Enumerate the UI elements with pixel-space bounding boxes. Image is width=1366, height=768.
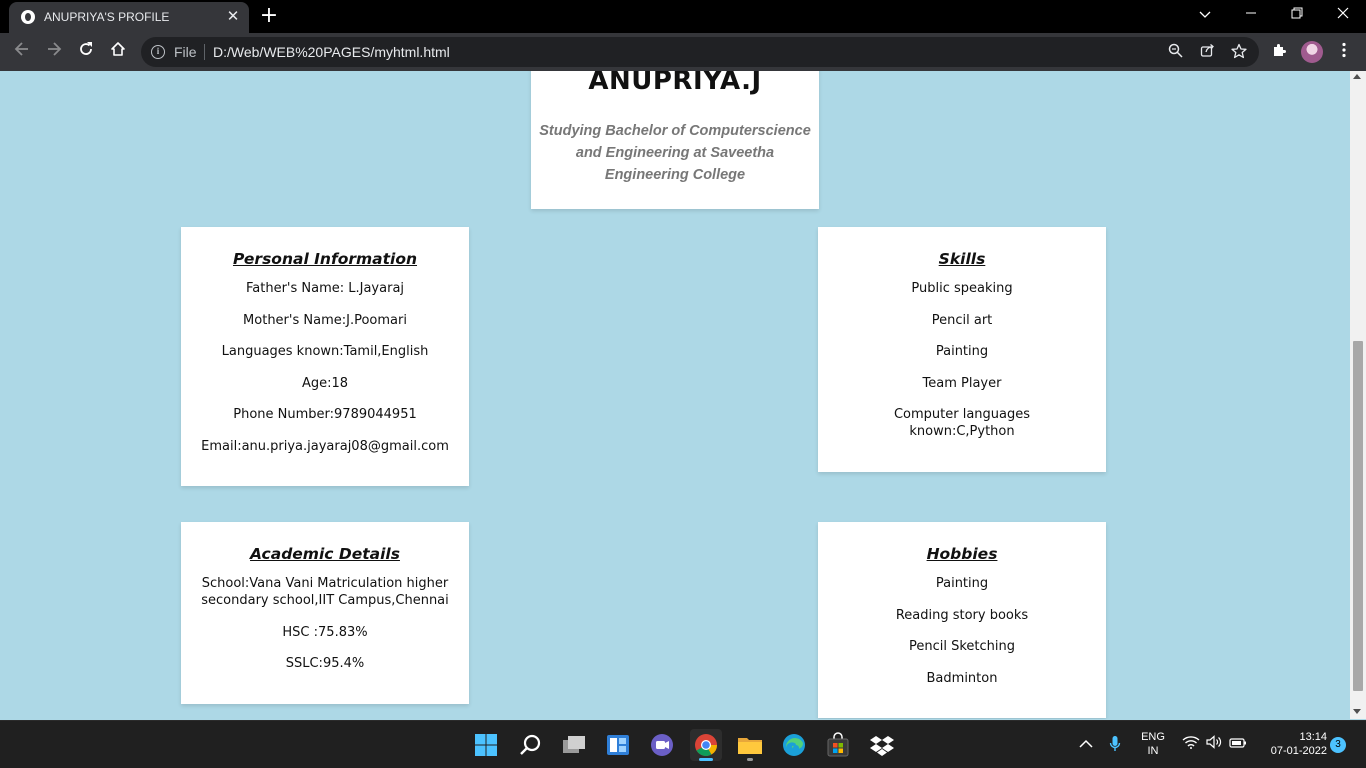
url-text[interactable]: D:/Web/WEB%20PAGES/myhtml.html: [213, 44, 450, 60]
skills-heading: Skills: [938, 250, 986, 268]
clock-time: 13:14: [1299, 731, 1327, 743]
academic-details-card: Academic Details School:Vana Vani Matric…: [181, 522, 469, 704]
personal-info-heading: Personal Information: [232, 250, 418, 268]
menu-icon[interactable]: [1334, 42, 1354, 62]
chrome-icon[interactable]: [690, 729, 722, 761]
list-item: Public speaking: [911, 281, 1013, 296]
edge-icon[interactable]: [778, 729, 810, 761]
list-item: Pencil Sketching: [908, 639, 1016, 654]
profile-name: ANUPRIYA.J: [588, 71, 762, 96]
clock[interactable]: 13:14 07-01-2022: [1257, 730, 1327, 758]
microphone-icon[interactable]: [1105, 735, 1125, 755]
file-explorer-icon[interactable]: [734, 729, 766, 761]
list-item: Team Player: [922, 375, 1002, 391]
language-indicator[interactable]: ENG IN: [1136, 730, 1170, 758]
store-icon[interactable]: [822, 729, 854, 761]
close-window-button[interactable]: [1320, 0, 1366, 33]
list-item: Badminton: [926, 670, 998, 686]
new-tab-button[interactable]: +: [259, 5, 279, 27]
browser-toolbar: i File D:/Web/WEB%20PAGES/myhtml.html: [0, 33, 1366, 71]
teams-chat-icon[interactable]: [646, 729, 678, 761]
forward-icon[interactable]: [42, 40, 66, 64]
dropbox-icon[interactable]: [866, 729, 898, 761]
wifi-icon[interactable]: [1181, 735, 1201, 755]
url-separator: [204, 44, 205, 60]
profile-subtitle: Studying Bachelor of Computerscience and…: [539, 123, 811, 183]
region-code: IN: [1147, 745, 1159, 757]
widgets-icon[interactable]: [602, 729, 634, 761]
zoom-icon[interactable]: [1166, 43, 1184, 61]
browser-tab[interactable]: ANUPRIYA'S PROFILE ✕: [9, 2, 249, 33]
start-icon[interactable]: [470, 729, 502, 761]
home-icon[interactable]: [106, 40, 130, 64]
list-item: Languages known:Tamil,English: [221, 344, 429, 359]
reload-icon[interactable]: [74, 40, 98, 64]
list-item: Computer languages known:C,Python: [893, 407, 1031, 439]
list-item: Mother's Name:J.Poomari: [243, 312, 407, 328]
star-icon[interactable]: [1230, 43, 1248, 61]
clock-date: 07-01-2022: [1270, 745, 1327, 757]
chevron-up-icon[interactable]: [1076, 735, 1096, 755]
running-app-indicator: [747, 758, 753, 761]
volume-icon[interactable]: [1204, 735, 1224, 755]
scroll-up-icon[interactable]: [1353, 74, 1361, 79]
back-icon[interactable]: [10, 40, 34, 64]
extensions-icon[interactable]: [1269, 42, 1289, 62]
hobbies-heading: Hobbies: [926, 545, 998, 563]
list-item: HSC :75.83%: [282, 624, 368, 640]
url-scheme-label: File: [174, 44, 197, 60]
share-icon[interactable]: [1198, 43, 1216, 61]
skills-card: Skills Public speaking Pencil art Painti…: [818, 227, 1106, 472]
scroll-thumb[interactable]: [1353, 341, 1363, 691]
list-item: Phone Number:9789044951: [233, 407, 417, 422]
personal-info-card: Personal Information Father's Name: L.Ja…: [181, 227, 469, 486]
minimize-button[interactable]: [1228, 0, 1274, 33]
list-item: Painting: [935, 344, 989, 359]
active-app-indicator: [699, 758, 713, 761]
list-item: SSLC:95.4%: [285, 656, 365, 671]
profile-header-card: ANUPRIYA.J Studying Bachelor of Computer…: [531, 71, 819, 209]
address-bar[interactable]: i File D:/Web/WEB%20PAGES/myhtml.html: [141, 37, 1259, 67]
globe-icon: [21, 10, 35, 24]
task-view-icon[interactable]: [558, 729, 590, 761]
list-item: Age:18: [301, 375, 349, 391]
info-icon[interactable]: i: [151, 45, 165, 59]
tab-search-icon[interactable]: [1182, 0, 1228, 33]
restore-button[interactable]: [1274, 0, 1320, 33]
academic-details-heading: Academic Details: [250, 545, 400, 563]
list-item: Painting: [935, 576, 989, 591]
list-item: School:Vana Vani Matriculation higher se…: [201, 576, 449, 608]
language-code: ENG: [1141, 731, 1165, 743]
search-icon[interactable]: [514, 729, 546, 761]
list-item: Father's Name: L.Jayaraj: [245, 281, 405, 296]
vertical-scrollbar[interactable]: [1350, 71, 1366, 719]
tab-strip: ANUPRIYA'S PROFILE ✕ +: [0, 0, 1366, 33]
notification-badge[interactable]: 3: [1330, 737, 1346, 753]
hobbies-card: Hobbies Painting Reading story books Pen…: [818, 522, 1106, 718]
taskbar: ENG IN 13:14 07-01-2022 3: [0, 720, 1366, 768]
close-icon[interactable]: ✕: [224, 7, 242, 25]
tab-title: ANUPRIYA'S PROFILE: [44, 10, 170, 24]
battery-icon[interactable]: [1228, 735, 1248, 755]
list-item: Email:anu.priya.jayaraj08@gmail.com: [201, 438, 449, 454]
scroll-down-icon[interactable]: [1353, 709, 1361, 714]
list-item: Pencil art: [931, 312, 993, 328]
list-item: Reading story books: [895, 607, 1029, 623]
profile-avatar[interactable]: [1301, 41, 1323, 63]
page-viewport: ANUPRIYA.J Studying Bachelor of Computer…: [0, 71, 1350, 719]
